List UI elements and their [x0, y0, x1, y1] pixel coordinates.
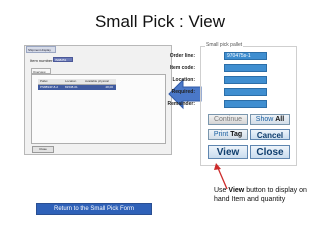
show-all-bold: All [275, 116, 285, 123]
required-label: Required: [171, 89, 195, 95]
item-code-label: Item code: [169, 65, 195, 71]
table-row[interactable]: PS8894P-8-2 81538-01 28,00 [38, 85, 116, 90]
print-tag-bold: Tag [230, 131, 243, 138]
column-header-available[interactable]: Available physical [85, 79, 115, 84]
location-field[interactable] [224, 76, 267, 84]
annotation-text-before: Use [214, 187, 227, 194]
cell-pallet: PS8894P-8-2 [40, 85, 59, 89]
window-tab[interactable]: Shipment display [26, 46, 56, 53]
cancel-button[interactable]: Cancel [250, 129, 290, 140]
item-number-field[interactable]: IN98251 [53, 57, 73, 62]
slide-title: Small Pick : View [94, 12, 226, 31]
continue-button[interactable]: Continue [208, 114, 248, 125]
print-tag-button[interactable]: Print Tag [208, 129, 248, 140]
column-header-location[interactable]: Location [65, 79, 83, 84]
cell-location: 81538-01 [65, 85, 78, 89]
annotation-bold: View [228, 187, 245, 194]
item-code-field[interactable] [224, 64, 267, 72]
order-line-label: Order line: [169, 53, 195, 59]
cell-available: 28,00 [105, 85, 113, 89]
show-all-button[interactable]: Show All [250, 114, 290, 125]
column-header-pallet[interactable]: Pallet [40, 79, 62, 84]
required-field[interactable] [224, 88, 267, 96]
location-label: Location: [172, 77, 196, 83]
onhand-grid: Pallet Location Available physical PS889… [31, 74, 166, 144]
order-line-field[interactable]: 970475s-1 [224, 52, 267, 60]
print-tag-prefix: Print [213, 131, 229, 138]
group-title: Small pick pallet [205, 42, 244, 48]
close-button[interactable]: Close [250, 145, 290, 159]
view-button[interactable]: View [208, 145, 248, 159]
return-to-small-pick-link[interactable]: Return to the Small Pick Form [36, 203, 152, 215]
view-annotation: Use View button to display on hand Item … [214, 186, 314, 204]
remainder-label: Remainder: [167, 101, 195, 107]
show-all-prefix: Show [255, 116, 274, 123]
window-close-button[interactable]: Close [32, 146, 54, 153]
item-number-label: Item number: [30, 58, 54, 63]
remainder-field[interactable] [224, 100, 267, 108]
